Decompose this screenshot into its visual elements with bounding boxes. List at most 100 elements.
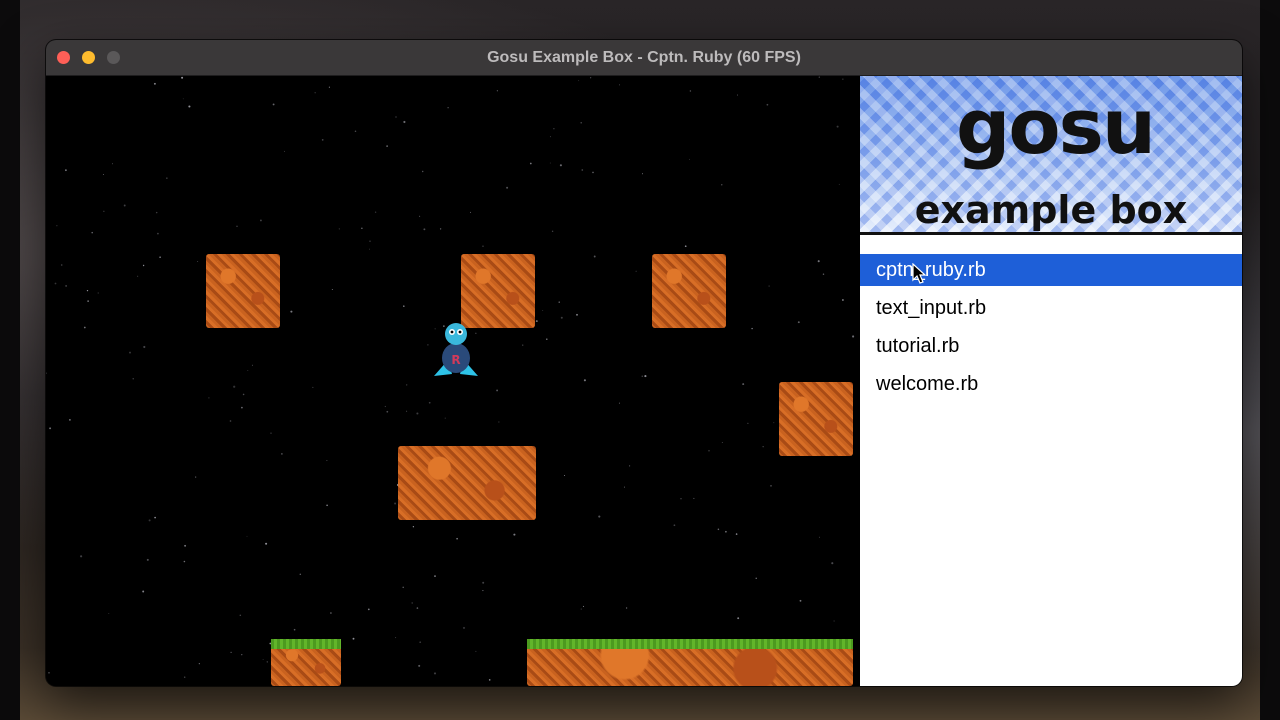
dirt-block — [398, 446, 536, 520]
dirt-block — [461, 254, 535, 328]
star — [395, 116, 397, 118]
star — [693, 497, 695, 499]
star — [817, 260, 820, 263]
file-item-tutorial[interactable]: tutorial.rb — [860, 330, 1242, 362]
star — [242, 393, 245, 396]
desktop-edge-right — [1260, 0, 1280, 720]
star — [766, 103, 769, 106]
star — [553, 128, 555, 130]
star — [549, 162, 551, 164]
star — [241, 654, 243, 656]
star — [97, 292, 99, 294]
star — [755, 577, 757, 579]
star — [166, 177, 168, 179]
star — [183, 560, 186, 563]
star — [447, 107, 449, 109]
star — [773, 422, 775, 424]
star — [433, 672, 437, 675]
game-canvas[interactable]: R — [46, 76, 860, 686]
file-item-welcome[interactable]: welcome.rb — [860, 368, 1242, 400]
star — [132, 378, 134, 380]
star — [462, 626, 466, 629]
star — [822, 273, 825, 275]
star — [352, 637, 355, 640]
star — [475, 650, 477, 652]
star — [581, 169, 584, 171]
star — [470, 211, 471, 213]
star — [154, 516, 156, 519]
star — [482, 245, 484, 247]
star — [496, 90, 499, 92]
star — [233, 385, 236, 388]
star — [48, 671, 50, 674]
star — [549, 136, 551, 138]
star — [708, 449, 710, 452]
star — [159, 256, 161, 259]
star — [195, 476, 197, 478]
file-item-text-input[interactable]: text_input.rb — [860, 292, 1242, 324]
dirt-block — [206, 254, 280, 328]
star — [129, 351, 131, 354]
star — [852, 335, 855, 338]
grass-strip — [271, 639, 341, 649]
star — [629, 465, 631, 467]
star — [421, 170, 424, 173]
star — [354, 130, 357, 132]
star — [197, 261, 199, 262]
star — [582, 605, 585, 607]
star — [272, 103, 275, 106]
star — [86, 289, 89, 292]
star — [123, 204, 126, 207]
star — [369, 240, 371, 243]
star — [578, 80, 580, 82]
star — [623, 486, 625, 488]
star — [625, 607, 628, 609]
star — [836, 125, 839, 128]
star — [551, 230, 554, 233]
star — [331, 289, 333, 290]
star — [559, 164, 562, 167]
star — [290, 310, 293, 313]
star — [580, 121, 582, 124]
star — [439, 228, 442, 230]
star — [737, 617, 740, 620]
star — [361, 227, 363, 229]
star — [721, 184, 723, 186]
dirt-block — [652, 254, 726, 328]
star — [444, 417, 446, 419]
star — [673, 524, 676, 527]
star — [83, 326, 86, 329]
star — [456, 537, 458, 540]
star — [329, 612, 332, 614]
star — [689, 90, 692, 92]
gosu-logo: gosu example box — [860, 76, 1242, 235]
star — [80, 555, 83, 558]
star — [488, 679, 491, 681]
star — [737, 94, 739, 96]
star — [412, 526, 415, 528]
star — [542, 309, 544, 311]
star — [281, 453, 283, 455]
star — [230, 651, 232, 654]
star — [108, 613, 110, 614]
star — [598, 515, 601, 518]
star — [419, 215, 421, 217]
star — [680, 498, 682, 500]
star — [374, 211, 377, 213]
star — [146, 558, 149, 561]
star — [402, 586, 404, 589]
star — [293, 628, 296, 631]
star — [155, 211, 158, 214]
star — [153, 82, 156, 85]
title-bar[interactable]: Gosu Example Box - Cptn. Ruby (60 FPS) — [46, 40, 1242, 76]
star — [246, 535, 248, 537]
star — [434, 575, 436, 577]
star — [338, 228, 340, 230]
logo-wordmark: gosu — [956, 82, 1156, 171]
star — [103, 210, 105, 212]
star — [312, 386, 314, 388]
star — [418, 664, 421, 667]
star — [522, 344, 524, 346]
star — [406, 410, 408, 412]
star — [65, 169, 67, 172]
